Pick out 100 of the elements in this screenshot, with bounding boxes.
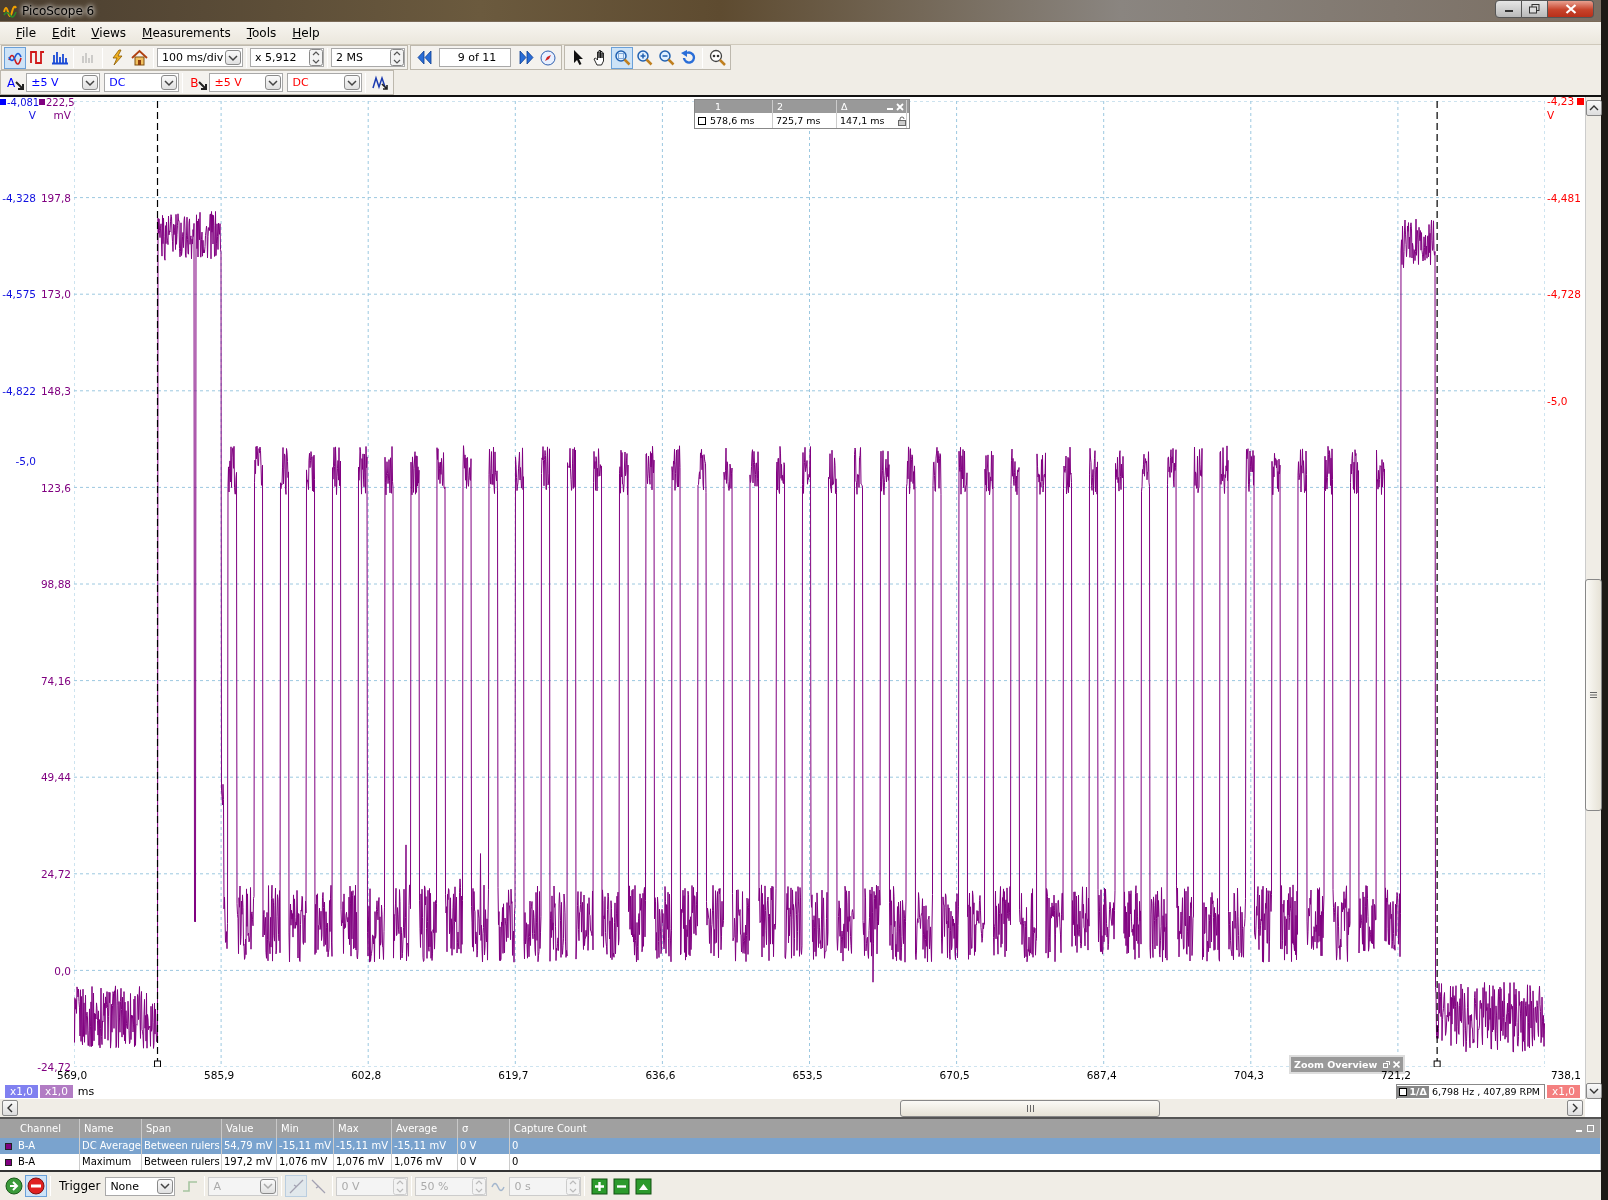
- measurement-row[interactable]: B-A Maximum Between rulers 197,2 mV 1,076 mV 1,076 mV 1,076 mV 0 V 0: [0, 1154, 1601, 1171]
- remove-button[interactable]: [610, 1175, 633, 1198]
- axis-label: 0,0: [54, 964, 71, 977]
- double-right-arrow-icon: [517, 49, 535, 67]
- home-icon: [130, 49, 148, 67]
- trigger-source-dropdown[interactable]: A: [208, 1176, 279, 1196]
- coupling-dropdown[interactable]: DC: [104, 73, 180, 93]
- delay-field[interactable]: 0 s: [509, 1176, 582, 1196]
- restore-icon: [1529, 3, 1540, 14]
- restore-button[interactable]: [1522, 0, 1548, 18]
- samples-field[interactable]: 2 MS: [331, 48, 405, 68]
- table-cell: 197,2 mV: [222, 1154, 277, 1171]
- axis-label: 704,3: [1233, 1069, 1264, 1082]
- coupling-dropdown[interactable]: DC: [287, 73, 363, 93]
- axis-label: -4,575: [2, 288, 36, 301]
- trigger-mode-dropdown[interactable]: None: [105, 1176, 176, 1196]
- menu-item[interactable]: Views: [83, 24, 135, 43]
- table-cell: 1,076 mV: [392, 1154, 458, 1171]
- step-edge-icon: [181, 1178, 199, 1194]
- menu-item[interactable]: File: [8, 24, 45, 43]
- play-icon: [5, 1177, 23, 1196]
- scrollbar-thumb[interactable]: [900, 1099, 1160, 1117]
- close-button[interactable]: [1548, 0, 1594, 18]
- caret-up-icon: [1588, 104, 1599, 113]
- scroll-up-button[interactable]: [1585, 100, 1602, 117]
- channel-marker: [39, 99, 45, 106]
- pretrigger-field[interactable]: 50 %: [415, 1176, 488, 1196]
- minimize-button[interactable]: [1495, 0, 1522, 18]
- minus-icon: [612, 1177, 630, 1195]
- channel-label[interactable]: A: [7, 75, 25, 90]
- scale-badge[interactable]: x1,0: [39, 1085, 73, 1099]
- axis-label: -4,728: [1547, 288, 1581, 301]
- timebase-dropdown[interactable]: 100 ms/div: [157, 48, 243, 68]
- axis-label: 74,16: [40, 674, 71, 687]
- axis-label: -5,0: [1547, 394, 1568, 407]
- scroll-left-button[interactable]: [2, 1100, 18, 1117]
- axis-label: -4,481: [1547, 191, 1581, 204]
- axis-label: 98,88: [40, 578, 71, 591]
- scale-badge[interactable]: x1,0: [5, 1085, 38, 1099]
- zoom-factor-field[interactable]: x 5,912: [250, 48, 324, 68]
- stop-button[interactable]: [25, 1175, 47, 1198]
- scroll-down-button[interactable]: [1585, 1083, 1602, 1100]
- range-dropdown[interactable]: ±5 V: [26, 73, 101, 93]
- lock-icon: [898, 115, 906, 126]
- menu-item[interactable]: Help: [284, 24, 328, 43]
- menu-item[interactable]: Edit: [44, 24, 84, 43]
- axis-label: 653,5: [792, 1069, 823, 1082]
- ruler-button[interactable]: [632, 1175, 655, 1198]
- view-mode-button[interactable]: [4, 46, 26, 69]
- caret-left-icon: [6, 1103, 14, 1114]
- ruler-value: 725,7 ms: [776, 114, 821, 129]
- measurement-row[interactable]: B-A DC Average Between rulers 54,79 mV -15,11 mV -15,11 mV -15,11 mV 0 V 0: [0, 1138, 1601, 1155]
- ruler-value: 578,6 ms: [710, 114, 755, 129]
- axis-label: -4,081: [7, 97, 40, 110]
- ruler-line[interactable]: [154, 101, 161, 1068]
- add-icon: [590, 1177, 608, 1195]
- axis-label: 222,5: [46, 97, 75, 110]
- caret-down-icon: [1588, 1087, 1599, 1096]
- spin-arrows-icon: [393, 1177, 408, 1195]
- start-button[interactable]: [3, 1175, 25, 1198]
- ruler-line[interactable]: [1433, 101, 1441, 1068]
- trigger-label: Trigger: [59, 1179, 101, 1194]
- add-button[interactable]: [588, 1175, 611, 1198]
- ruler-header: 1: [715, 100, 722, 114]
- axis-label: -5,0: [15, 454, 36, 467]
- popout-icon: [1383, 1061, 1390, 1069]
- cursor-arrow-icon: [15, 80, 25, 90]
- spin-arrows-icon: [472, 1177, 487, 1195]
- close-icon: [1564, 3, 1577, 14]
- table-cell: 1,076 mV: [334, 1154, 392, 1171]
- axis-label: -4,23: [1547, 95, 1575, 108]
- table-cell: 0: [510, 1154, 1601, 1171]
- grip-icon: [1590, 692, 1597, 699]
- stop-icon: [27, 1177, 45, 1196]
- axis-unit: V: [1547, 109, 1555, 122]
- menu-item[interactable]: Measurements: [134, 24, 239, 43]
- table-cell: 1,076 mV: [277, 1154, 334, 1171]
- caret-right-icon: [1571, 1103, 1579, 1114]
- zoom-overview-title: Zoom Overview: [1294, 1059, 1378, 1071]
- persistence-view-icon: [28, 49, 46, 67]
- axis-label: 173,0: [40, 288, 71, 301]
- scale-badge[interactable]: x1,0: [1547, 1085, 1580, 1099]
- buffer-field[interactable]: 9 of 11: [439, 48, 511, 68]
- column-header[interactable]: Capture Count: [514, 1119, 587, 1139]
- frequency-value: 6,798 Hz , 407,89 RPM: [1430, 1086, 1541, 1098]
- zoom-in-icon: [635, 49, 653, 67]
- axis-label: 636,6: [645, 1069, 676, 1082]
- threshold-field[interactable]: 0 V: [336, 1176, 409, 1196]
- channel-label[interactable]: B: [190, 75, 208, 90]
- range-dropdown[interactable]: ±5 V: [209, 73, 284, 93]
- triangle-up-icon: [634, 1177, 652, 1195]
- compass-icon: [540, 49, 556, 66]
- spin-arrows-icon: [309, 49, 323, 67]
- scrollbar-thumb[interactable]: [1585, 579, 1602, 812]
- table-cell: 0 V: [458, 1154, 510, 1171]
- table-cell: 54,79 mV: [222, 1138, 277, 1155]
- menu-item[interactable]: Tools: [238, 24, 285, 43]
- table-cell: -15,11 mV: [277, 1138, 334, 1155]
- double-left-arrow-icon: [415, 49, 433, 67]
- scroll-right-button[interactable]: [1567, 1100, 1583, 1117]
